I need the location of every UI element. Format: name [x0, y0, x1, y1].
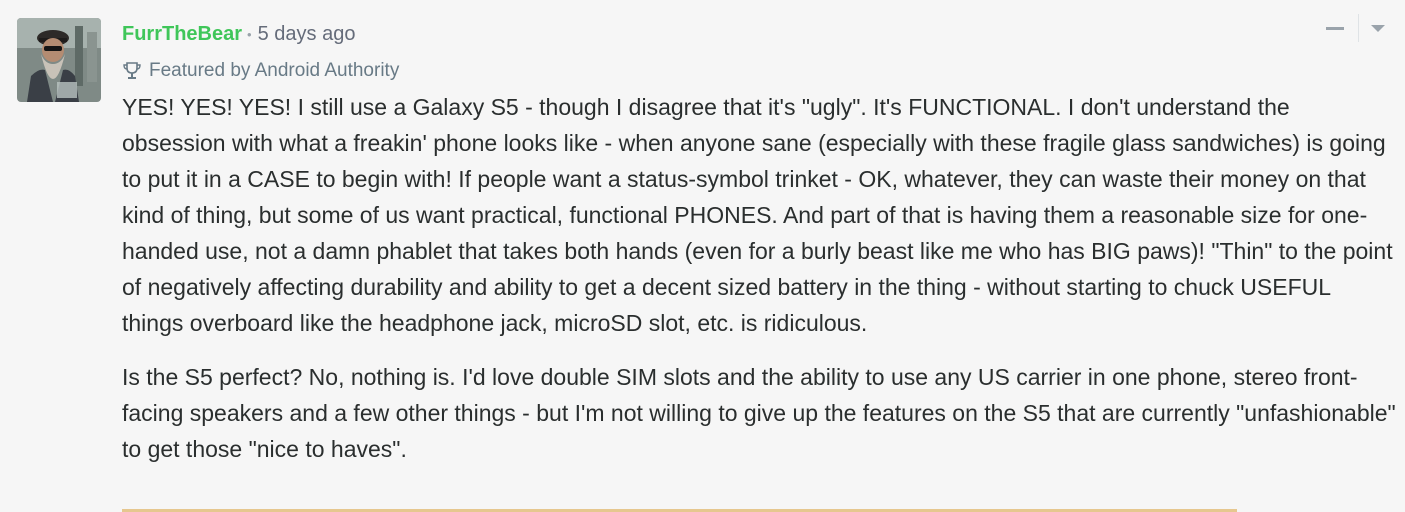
trophy-icon: [122, 61, 142, 81]
minus-icon[interactable]: [1326, 26, 1344, 30]
comment-header: FurrTheBear • 5 days ago: [122, 20, 355, 48]
chevron-down-icon[interactable]: [1371, 24, 1385, 32]
comment-controls: [1326, 14, 1385, 42]
author-name[interactable]: FurrTheBear: [122, 23, 242, 46]
comment: FurrTheBear • 5 days ago Featured by And…: [0, 0, 1405, 512]
featured-badge: Featured by Android Authority: [122, 58, 399, 84]
avatar-image: [17, 18, 101, 102]
avatar[interactable]: [17, 18, 101, 102]
controls-divider: [1358, 14, 1359, 42]
comment-body: YES! YES! YES! I still use a Galaxy S5 -…: [122, 89, 1397, 467]
featured-label: Featured by Android Authority: [149, 60, 400, 81]
comment-paragraph: YES! YES! YES! I still use a Galaxy S5 -…: [122, 94, 1393, 336]
comment-timestamp[interactable]: 5 days ago: [258, 23, 356, 46]
comment-paragraph: Is the S5 perfect? No, nothing is. I'd l…: [122, 364, 1396, 462]
meta-separator: •: [247, 26, 252, 42]
